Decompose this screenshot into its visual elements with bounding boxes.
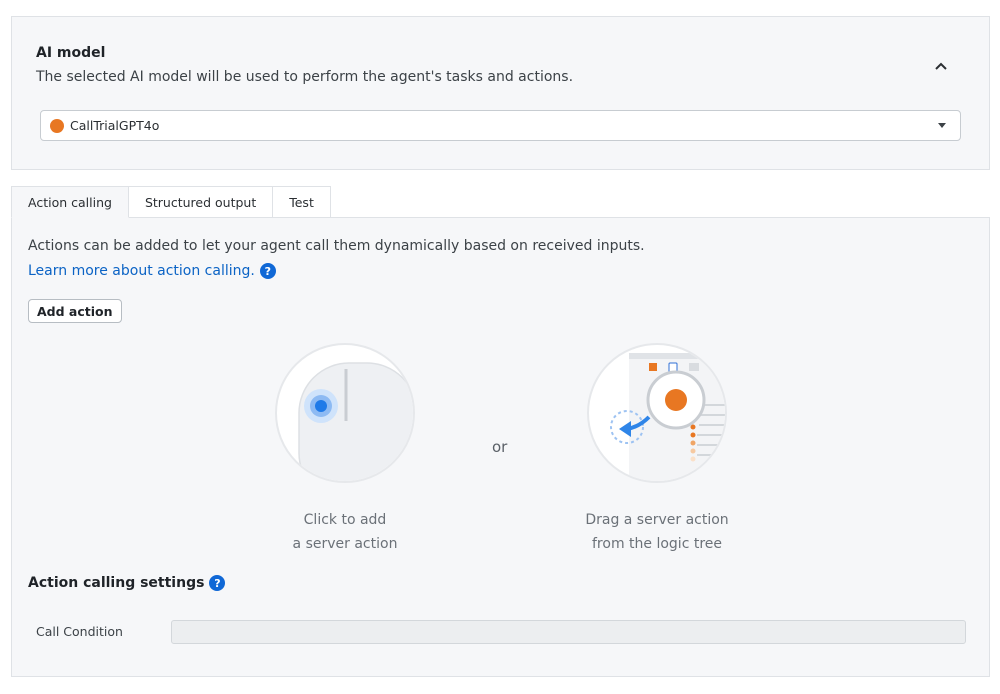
- call-condition-input[interactable]: [171, 620, 966, 644]
- tab-test[interactable]: Test: [273, 186, 331, 218]
- learn-more-link[interactable]: Learn more about action calling. ?: [28, 263, 276, 279]
- ai-model-select-value: CallTrialGPT4o: [70, 118, 160, 133]
- ai-model-description: The selected AI model will be used to pe…: [36, 69, 574, 85]
- click-to-add-illustration[interactable]: [275, 343, 415, 483]
- chevron-up-icon: [935, 62, 947, 70]
- tab-structured-output[interactable]: Structured output: [128, 186, 274, 218]
- action-calling-settings-title: Action calling settings ?: [28, 575, 226, 591]
- click-caption-line1: Click to add: [303, 512, 387, 528]
- collapse-button[interactable]: [930, 55, 952, 77]
- drag-caption-line2: from the logic tree: [592, 536, 722, 552]
- help-icon[interactable]: ?: [259, 263, 276, 279]
- model-status-dot: [50, 119, 64, 133]
- drag-logic-tree-icon: [610, 353, 725, 481]
- drag-caption-line1: Drag a server action: [585, 512, 729, 528]
- tab-bar: Action calling Structured output Test: [11, 186, 331, 218]
- click-caption-line2: a server action: [292, 536, 398, 552]
- learn-more-text: Learn more about action calling.: [28, 263, 255, 279]
- help-icon[interactable]: ?: [209, 575, 226, 591]
- drag-action-caption: Drag a server action from the logic tree: [557, 508, 757, 556]
- settings-title-text: Action calling settings: [28, 575, 205, 591]
- ai-model-panel: AI model The selected AI model will be u…: [11, 16, 990, 170]
- or-separator: or: [492, 438, 508, 456]
- mouse-click-icon: [298, 362, 413, 481]
- add-action-button[interactable]: Add action: [28, 299, 122, 323]
- drag-server-action-illustration: [587, 343, 727, 483]
- click-to-add-caption: Click to add a server action: [245, 508, 445, 556]
- action-calling-content: Actions can be added to let your agent c…: [11, 217, 990, 677]
- tab-action-calling[interactable]: Action calling: [11, 186, 129, 218]
- call-condition-label: Call Condition: [36, 624, 123, 639]
- ai-model-title: AI model: [36, 45, 106, 61]
- caret-down-icon: [938, 123, 946, 128]
- action-calling-intro: Actions can be added to let your agent c…: [28, 238, 645, 254]
- ai-model-select[interactable]: CallTrialGPT4o: [40, 110, 961, 141]
